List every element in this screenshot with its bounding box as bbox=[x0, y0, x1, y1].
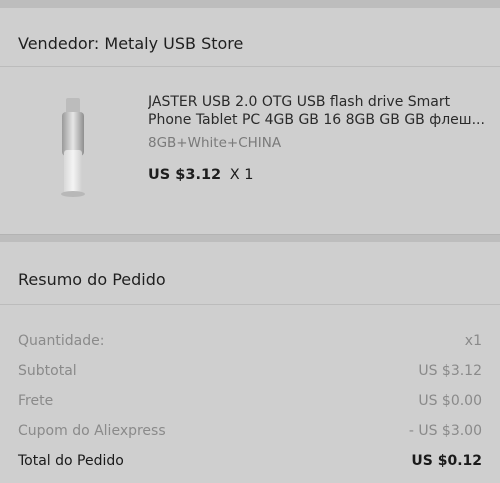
product-title[interactable]: JASTER USB 2.0 OTG USB flash drive Smart… bbox=[148, 93, 493, 129]
summary-row-shipping: Frete US $0.00 bbox=[18, 386, 482, 416]
summary-title: Resumo do Pedido bbox=[18, 270, 166, 289]
product-price-row: US $3.12 X 1 bbox=[148, 167, 493, 183]
order-summary-card: Resumo do Pedido Quantidade: x1 Subtotal… bbox=[0, 242, 500, 483]
summary-label: Subtotal bbox=[18, 363, 77, 379]
product-info: JASTER USB 2.0 OTG USB flash drive Smart… bbox=[148, 93, 493, 183]
total-label: Total do Pedido bbox=[18, 453, 124, 469]
total-value: US $0.12 bbox=[411, 453, 482, 469]
summary-value: US $0.00 bbox=[418, 393, 482, 409]
divider bbox=[0, 66, 500, 67]
summary-row-subtotal: Subtotal US $3.12 bbox=[18, 356, 482, 386]
divider bbox=[0, 304, 500, 305]
summary-label: Frete bbox=[18, 393, 54, 409]
summary-row-coupon: Cupom do Aliexpress - US $3.00 bbox=[18, 416, 482, 446]
usb-drive-icon bbox=[61, 98, 85, 197]
seller-name[interactable]: Vendedor: Metaly USB Store bbox=[18, 34, 243, 53]
summary-value: x1 bbox=[464, 333, 482, 349]
summary-label: Cupom do Aliexpress bbox=[18, 423, 166, 439]
summary-value: US $3.12 bbox=[418, 363, 482, 379]
summary-row-quantity: Quantidade: x1 bbox=[18, 326, 482, 356]
summary-rows: Quantidade: x1 Subtotal US $3.12 Frete U… bbox=[18, 326, 482, 476]
section-gap bbox=[0, 234, 500, 242]
product-variant: 8GB+White+CHINA bbox=[148, 135, 282, 151]
summary-row-total: Total do Pedido US $0.12 bbox=[18, 446, 482, 476]
summary-label: Quantidade: bbox=[18, 333, 105, 349]
summary-value: - US $3.00 bbox=[408, 423, 482, 439]
product-image[interactable] bbox=[24, 90, 120, 200]
top-strip bbox=[0, 0, 500, 8]
product-price: US $3.12 bbox=[148, 167, 222, 183]
seller-card: Vendedor: Metaly USB Store JASTER USB 2.… bbox=[0, 8, 500, 234]
product-quantity: X 1 bbox=[229, 167, 254, 183]
